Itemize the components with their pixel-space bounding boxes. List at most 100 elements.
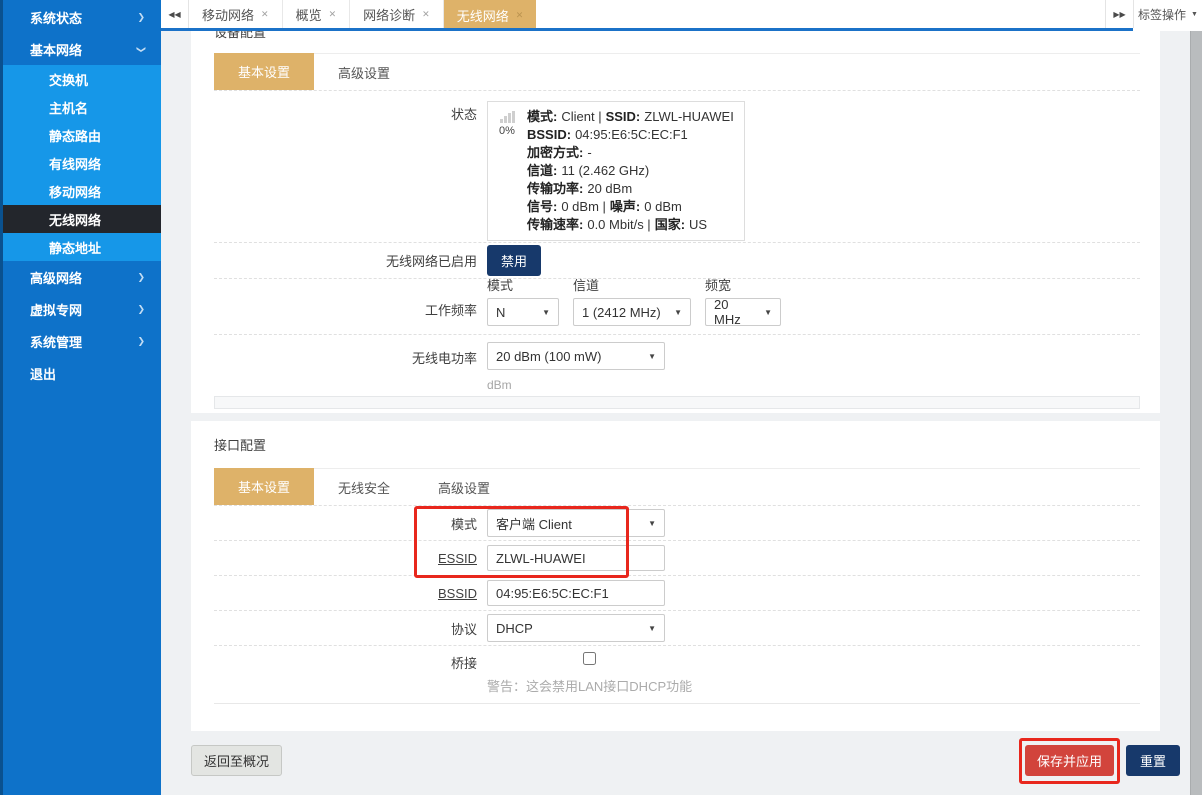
interface-config-panel: 接口配置 基本设置 无线安全 高级设置 模式 客户端 Client ▼ E: [191, 421, 1160, 731]
tab-label: 移动网络: [202, 5, 254, 24]
wireless-enabled-row: 无线网络已启用 禁用: [214, 242, 1140, 278]
sidebar-item-static-address[interactable]: 静态地址: [3, 233, 161, 261]
caret-down-icon: ▼: [542, 308, 550, 317]
tab-operations-dropdown[interactable]: 标签操作 ▼: [1133, 0, 1202, 28]
freq-width-select[interactable]: 20 MHz ▼: [705, 298, 781, 326]
form-end-line: [214, 703, 1140, 704]
tab-network-diagnostics[interactable]: 网络诊断 ✕: [350, 0, 444, 28]
back-to-overview-button[interactable]: 返回至概况: [191, 745, 282, 776]
close-icon[interactable]: ✕: [329, 9, 337, 20]
tab-bar: ◀◀ 移动网络 ✕ 概览 ✕ 网络诊断 ✕ 无线网络 ✕ ▶▶ 标签操作 ▼: [161, 0, 1202, 31]
tab-label: 概览: [296, 5, 322, 24]
status-line: 信号:0 dBm |噪声:0 dBm: [527, 198, 734, 216]
sidebar-item-wireless-network[interactable]: 无线网络: [3, 205, 161, 233]
sidebar-item-label: 高级网络: [30, 268, 82, 287]
tab-overview[interactable]: 概览 ✕: [283, 0, 351, 28]
sidebar-item-label: 静态地址: [49, 238, 101, 257]
tab-basic-settings[interactable]: 基本设置: [214, 468, 314, 505]
close-icon[interactable]: ✕: [422, 9, 430, 20]
sidebar-item-advanced-network[interactable]: 高级网络 ❯: [3, 261, 161, 293]
status-line: BSSID:04:95:E6:5C:EC:F1: [527, 126, 734, 144]
tab-wireless-security[interactable]: 无线安全: [314, 469, 414, 505]
sidebar-item-label: 系统管理: [30, 332, 82, 351]
sidebar-item-label: 退出: [30, 364, 56, 383]
mode-select[interactable]: 客户端 Client ▼: [487, 509, 665, 537]
tab-operations-label: 标签操作: [1138, 6, 1186, 23]
sidebar-submenu: 交换机 主机名 静态路由 有线网络 移动网络 无线网络 静态地址: [3, 65, 161, 261]
sidebar-item-basic-network[interactable]: 基本网络 ❯: [3, 33, 161, 65]
tab-label: 网络诊断: [363, 5, 415, 24]
tab-label: 无线网络: [457, 6, 509, 25]
status-line: 信道:11 (2.462 GHz): [527, 162, 734, 180]
radio-power-select[interactable]: 20 dBm (100 mW) ▼: [487, 342, 665, 370]
interface-config-title: 接口配置: [191, 421, 1160, 468]
device-config-form: 状态 0% 模式:Client |SSID:ZLWL-HUAWEI BSSID:…: [214, 90, 1140, 396]
sidebar-item-wired-network[interactable]: 有线网络: [3, 149, 161, 177]
essid-label[interactable]: ESSID: [214, 551, 487, 566]
double-left-arrow-icon: ◀◀: [168, 10, 180, 19]
status-line: 模式:Client |SSID:ZLWL-HUAWEI: [527, 108, 734, 126]
main-content: 设备配置 基本设置 高级设置 状态 0% 模式:Client |SSID:ZLW…: [161, 31, 1190, 795]
close-icon[interactable]: ✕: [516, 10, 524, 21]
sidebar-item-label: 基本网络: [30, 40, 82, 59]
tab-advanced-settings[interactable]: 高级设置: [414, 469, 514, 505]
sidebar-item-label: 系统状态: [30, 8, 82, 27]
sidebar-item-label: 主机名: [49, 98, 88, 117]
scroll-tabs-left-button[interactable]: ◀◀: [161, 0, 189, 28]
vertical-scrollbar[interactable]: [1190, 31, 1202, 795]
caret-down-icon: ▼: [1191, 11, 1198, 18]
protocol-select[interactable]: DHCP ▼: [487, 614, 665, 642]
bridge-row: 桥接 警告：这会禁用LAN接口DHCP功能: [214, 645, 1140, 703]
chevron-right-icon: ❯: [137, 336, 145, 347]
bridge-label: 桥接: [214, 652, 487, 672]
save-and-apply-button[interactable]: 保存并应用: [1025, 745, 1114, 776]
bridge-checkbox[interactable]: [487, 652, 692, 665]
protocol-row: 协议 DHCP ▼: [214, 610, 1140, 645]
sidebar-item-vpn[interactable]: 虚拟专网 ❯: [3, 293, 161, 325]
status-line: 传输速率:0.0 Mbit/s |国家:US: [527, 216, 734, 234]
status-row: 状态 0% 模式:Client |SSID:ZLWL-HUAWEI BSSID:…: [214, 90, 1140, 242]
sidebar-item-switch[interactable]: 交换机: [3, 65, 161, 93]
status-line: 传输功率:20 dBm: [527, 180, 734, 198]
freq-width-label: 频宽: [705, 275, 781, 294]
sidebar-item-system-status[interactable]: 系统状态 ❯: [3, 1, 161, 33]
tab-wireless-network[interactable]: 无线网络 ✕: [444, 0, 537, 31]
interface-config-form: 模式 客户端 Client ▼ ESSID BSSID 协议 DHCP ▼: [214, 505, 1140, 703]
form-footer-strip: [214, 396, 1140, 409]
interface-config-tabs: 基本设置 无线安全 高级设置: [214, 468, 1140, 505]
status-details: 模式:Client |SSID:ZLWL-HUAWEI BSSID:04:95:…: [527, 108, 734, 234]
page-actions: 返回至概况 保存并应用 重置: [191, 745, 1160, 776]
essid-row: ESSID: [214, 540, 1140, 575]
caret-down-icon: ▼: [648, 519, 656, 528]
freq-mode-label: 模式: [487, 275, 559, 294]
tab-mobile-network[interactable]: 移动网络 ✕: [189, 0, 283, 28]
sidebar-item-mobile-network[interactable]: 移动网络: [3, 177, 161, 205]
tab-basic-settings[interactable]: 基本设置: [214, 53, 314, 90]
disable-button[interactable]: 禁用: [487, 245, 541, 276]
sidebar-item-static-route[interactable]: 静态路由: [3, 121, 161, 149]
chevron-down-icon: ❯: [136, 45, 147, 53]
sidebar-item-logout[interactable]: 退出: [3, 357, 161, 389]
bssid-label[interactable]: BSSID: [214, 586, 487, 601]
caret-down-icon: ▼: [764, 308, 772, 317]
wireless-enabled-label: 无线网络已启用: [214, 251, 487, 270]
device-config-title: 设备配置: [214, 31, 1160, 43]
tab-advanced-settings[interactable]: 高级设置: [314, 54, 414, 90]
mode-label: 模式: [214, 514, 487, 533]
wireless-status-box: 0% 模式:Client |SSID:ZLWL-HUAWEI BSSID:04:…: [487, 101, 745, 241]
bssid-input[interactable]: [487, 580, 665, 606]
scroll-tabs-right-button[interactable]: ▶▶: [1105, 0, 1133, 28]
freq-channel-label: 信道: [573, 275, 691, 294]
device-config-tabs: 基本设置 高级设置: [214, 53, 1140, 90]
caret-down-icon: ▼: [648, 352, 656, 361]
protocol-label: 协议: [214, 619, 487, 638]
freq-channel-select[interactable]: 1 (2412 MHz) ▼: [573, 298, 691, 326]
freq-mode-select[interactable]: N ▼: [487, 298, 559, 326]
sidebar-item-hostname[interactable]: 主机名: [3, 93, 161, 121]
mode-row: 模式 客户端 Client ▼: [214, 505, 1140, 540]
sidebar-item-system-management[interactable]: 系统管理 ❯: [3, 325, 161, 357]
operating-frequency-label: 工作频率: [214, 300, 487, 326]
reset-button[interactable]: 重置: [1126, 745, 1180, 776]
close-icon[interactable]: ✕: [261, 9, 269, 20]
essid-input[interactable]: [487, 545, 665, 571]
